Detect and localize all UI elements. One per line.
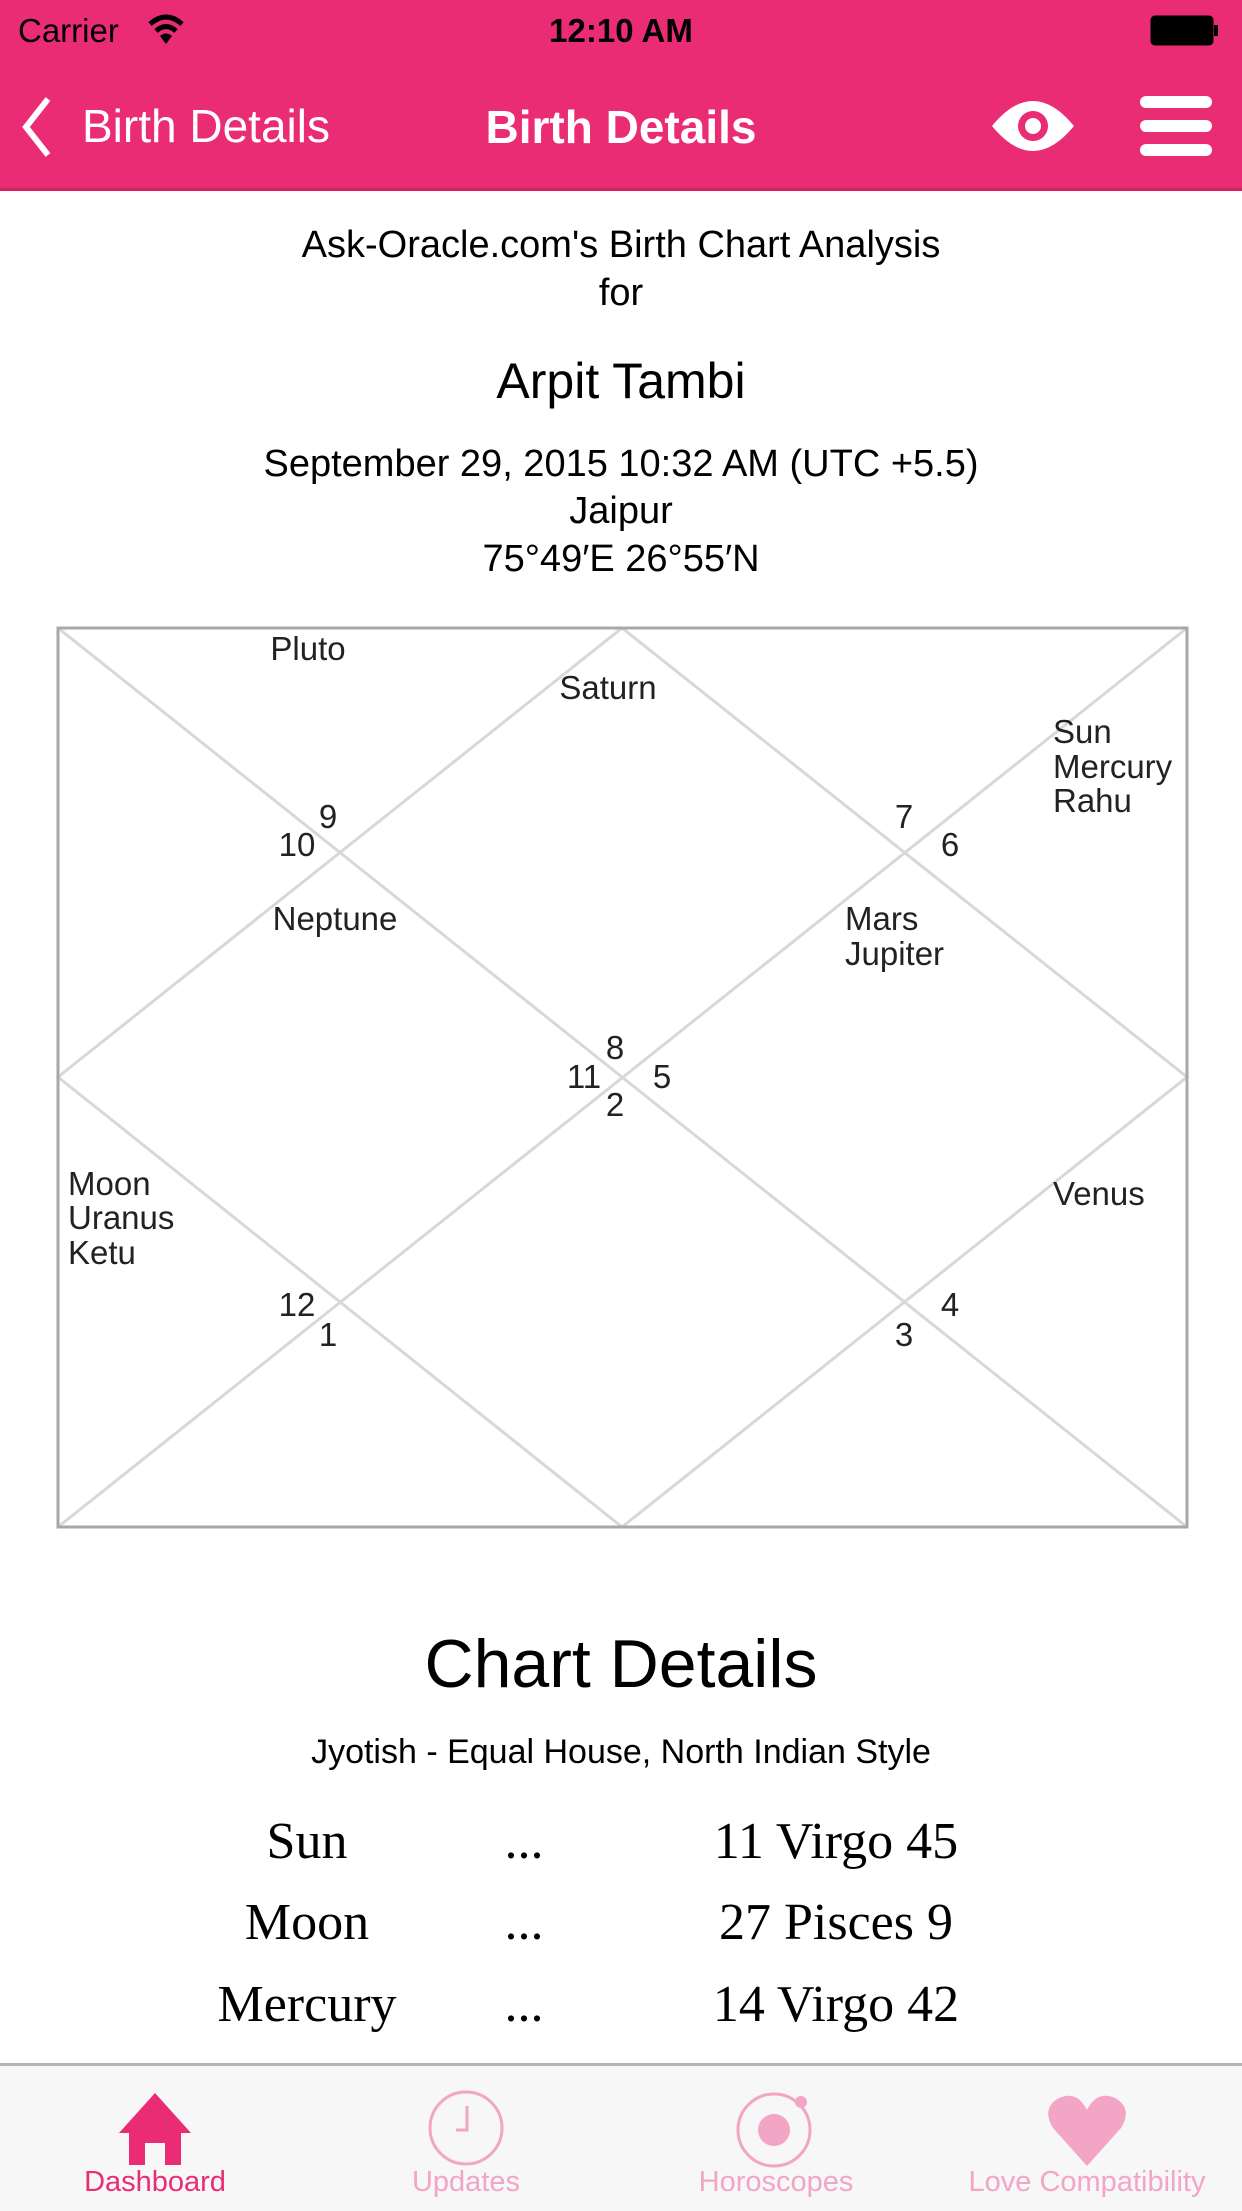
house-number: 2: [606, 1086, 624, 1123]
tab-horoscopes[interactable]: Horoscopes: [621, 2066, 931, 2211]
heart-icon: [1048, 2095, 1126, 2166]
house-number: 11: [567, 1058, 601, 1095]
house-number: 12: [279, 1286, 316, 1323]
house-number: 5: [653, 1058, 671, 1095]
planet-position: 14 Virgo 42: [712, 1976, 960, 2033]
planet-label: Sun: [1053, 713, 1112, 750]
house-number: 8: [606, 1029, 624, 1066]
house-number: 4: [941, 1286, 959, 1323]
clock-icon: [428, 2090, 504, 2166]
tab-love-compatibility[interactable]: Love Compatibility: [932, 2066, 1242, 2211]
house-number: 6: [941, 826, 959, 863]
planet-label: Moon: [68, 1165, 151, 1202]
planet-label: Neptune: [273, 900, 398, 937]
north-indian-birth-chart: 9 10 7 6 8 11 5 2 12 1 4 3 Pluto Saturn …: [55, 626, 1190, 1529]
planet-position: 11 Virgo 45: [713, 1813, 959, 1870]
tab-label: Dashboard: [84, 2166, 226, 2198]
tab-label: Horoscopes: [698, 2166, 854, 2198]
section-subtitle: Jyotish - Equal House, North Indian Styl…: [311, 1733, 931, 1771]
house-number: 10: [279, 826, 316, 863]
planet-label: Pluto: [270, 630, 345, 667]
house-number: 9: [319, 798, 337, 835]
house-number: 1: [319, 1316, 337, 1353]
house-number: 7: [895, 798, 913, 835]
house-number: 3: [895, 1316, 913, 1353]
planet-position: 27 Pisces 9: [719, 1894, 953, 1951]
tab-updates[interactable]: Updates: [311, 2066, 621, 2211]
planet-label: Mercury: [1053, 748, 1173, 785]
planet-label: Mars: [845, 900, 918, 937]
tab-bar: Dashboard Updates Horoscopes Love Compat…: [0, 2063, 1242, 2211]
orbit-icon: [736, 2092, 812, 2168]
tab-label: Updates: [411, 2166, 520, 2198]
tab-label: Love Compatibility: [968, 2166, 1206, 2198]
section-title: Chart Details: [424, 1626, 818, 1702]
planet-label: Saturn: [559, 669, 656, 706]
home-icon: [119, 2093, 191, 2165]
planet-label: Venus: [1053, 1175, 1145, 1212]
planet-label: Rahu: [1053, 782, 1132, 819]
tab-dashboard[interactable]: Dashboard: [0, 2066, 310, 2211]
planet-label: Ketu: [68, 1234, 136, 1271]
planet-label: Uranus: [68, 1199, 174, 1236]
planet-label: Jupiter: [845, 935, 944, 972]
